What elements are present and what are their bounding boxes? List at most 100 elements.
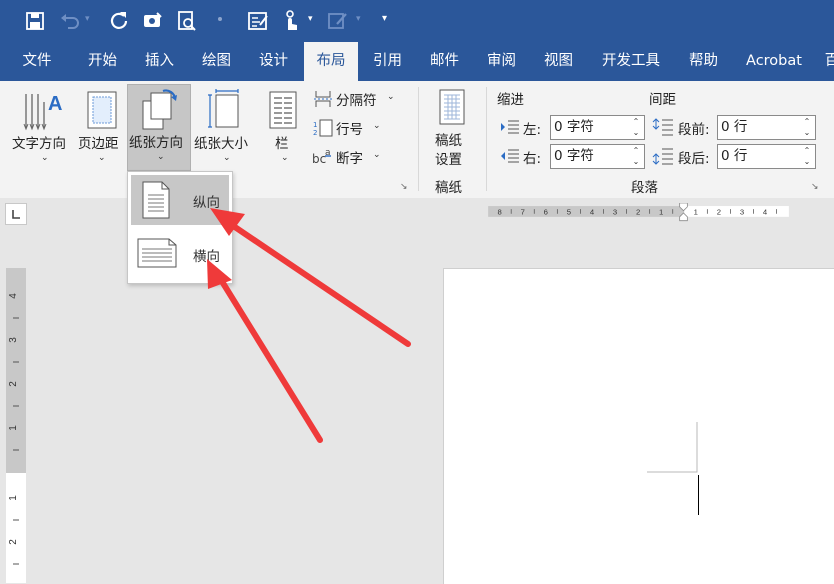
pen-dropdown-icon[interactable]: ▾ (356, 14, 361, 24)
ruler-tick-label: 1 (659, 208, 663, 217)
tab-help[interactable]: 帮助 (681, 42, 726, 81)
manuscript-label-2: 设置 (435, 152, 462, 168)
chevron-down-icon: ⌄ (223, 153, 231, 163)
indent-left-value: 0 字符 (554, 119, 594, 135)
ruler-tick-label: 3 (8, 337, 19, 343)
tab-draw[interactable]: 绘图 (194, 42, 239, 81)
svg-text:2: 2 (313, 129, 317, 137)
space-before-icon (652, 118, 673, 136)
indent-left-icon (501, 120, 519, 134)
save-icon[interactable] (23, 9, 47, 33)
undo-icon[interactable] (58, 9, 82, 33)
columns-label: 栏 (275, 136, 289, 152)
group-separator (418, 87, 419, 191)
tab-design[interactable]: 设计 (251, 42, 296, 81)
space-after-input[interactable]: 0 行 ⌃ ⌄ (717, 144, 816, 169)
hyphenation-icon: bca (312, 148, 331, 166)
ruler-tick-label: 3 (613, 208, 617, 217)
orientation-icon (142, 89, 177, 130)
indent-title: 缩进 (497, 92, 524, 108)
ruler-tick-label: 6 (544, 208, 548, 217)
line-numbers-icon: 12 (313, 119, 333, 137)
landscape-option[interactable]: 横向 (131, 229, 229, 279)
touch-draw-icon[interactable] (279, 9, 303, 33)
breaks-button[interactable]: 分隔符 ⌄ (311, 88, 401, 110)
touch-dropdown-icon[interactable]: ▾ (308, 14, 313, 24)
orientation-menu: 纵向 横向 (127, 171, 233, 284)
spinner-icon[interactable]: ⌃ ⌄ (802, 145, 812, 167)
orientation-button[interactable]: 纸张方向 ⌄ (127, 84, 191, 171)
redo-icon[interactable] (107, 9, 131, 33)
text-direction-label: 文字方向 (12, 136, 66, 152)
pen-icon[interactable] (326, 9, 350, 33)
quick-access-toolbar: ▾ ▾ ▾ ▾ (0, 0, 834, 42)
chevron-down-icon: ⌄ (98, 153, 106, 163)
chevron-down-icon: ⌄ (373, 121, 381, 131)
text-cursor (698, 475, 699, 515)
tab-file[interactable]: 文件 (12, 42, 62, 81)
tab-developer[interactable]: 开发工具 (596, 42, 666, 81)
horizontal-ruler[interactable]: 8 7 6 5 4 3 2 1 1 2 3 4 (443, 203, 834, 223)
ruler-tick-label: 2 (8, 381, 19, 387)
chevron-down-icon: ⌄ (387, 92, 395, 102)
ribbon-tabs: 文件 开始 插入 绘图 设计 布局 引用 邮件 审阅 视图 开发工具 帮助 Ac… (0, 42, 834, 81)
separator-dot-icon (218, 17, 222, 21)
vertical-ruler[interactable]: 4 3 2 1 1 2 (6, 268, 26, 583)
undo-dropdown-icon[interactable]: ▾ (85, 14, 90, 24)
line-numbers-button[interactable]: 12 行号 ⌄ (311, 117, 401, 139)
text-direction-icon: A (23, 93, 62, 131)
paragraph-dialog-launcher-icon[interactable]: ↘ (811, 182, 819, 192)
portrait-option[interactable]: 纵向 (131, 175, 229, 225)
margins-icon (87, 91, 117, 129)
customize-icon[interactable]: ▾ (382, 13, 387, 24)
page-setup-dialog-launcher-icon[interactable]: ↘ (400, 182, 408, 192)
space-before-input[interactable]: 0 行 ⌃ ⌄ (717, 115, 816, 140)
columns-icon (269, 91, 297, 129)
spinner-icon[interactable]: ⌃ ⌄ (631, 145, 641, 167)
space-before-label: 段前: (678, 122, 710, 138)
indent-right-input[interactable]: 0 字符 ⌃ ⌄ (550, 144, 645, 169)
manuscript-settings-button[interactable]: 稿纸 设置 (427, 87, 475, 173)
chevron-down-icon: ⌄ (373, 150, 381, 160)
manuscript-label-1: 稿纸 (435, 133, 462, 149)
document-page[interactable] (443, 268, 834, 584)
svg-text:1: 1 (313, 121, 317, 129)
ribbon-layout: A 文字方向 ⌄ 页边距 ⌄ 纸张方向 ⌄ 纸张大小 ⌄ 栏 ⌄ 分隔符 ⌄ 1… (0, 81, 834, 199)
tab-acrobat[interactable]: Acrobat (740, 42, 808, 81)
ruler-tick-label: 3 (740, 208, 744, 217)
tab-review[interactable]: 审阅 (479, 42, 524, 81)
text-direction-button[interactable]: A 文字方向 ⌄ (8, 83, 76, 173)
ruler-tick-label: 5 (567, 208, 571, 217)
touch-mode-icon[interactable] (141, 9, 165, 33)
manuscript-group-label: 稿纸 (435, 180, 462, 196)
svg-text:A: A (48, 93, 62, 115)
spinner-icon[interactable]: ⌃ ⌄ (802, 116, 812, 138)
spinner-icon[interactable]: ⌃ ⌄ (631, 116, 641, 138)
ruler-tick-label: 2 (636, 208, 640, 217)
ruler-tick-label: 2 (8, 539, 19, 545)
space-after-label: 段后: (678, 151, 710, 167)
tab-insert[interactable]: 插入 (137, 42, 182, 81)
portrait-page-icon (142, 181, 170, 219)
hyphenation-button[interactable]: bc a 断字 ⌄ (311, 146, 401, 168)
margins-button[interactable]: 页边距 ⌄ (77, 83, 127, 173)
indent-left-input[interactable]: 0 字符 ⌃ ⌄ (550, 115, 645, 140)
tab-layout[interactable]: 布局 (304, 42, 358, 81)
indent-right-value: 0 字符 (554, 148, 594, 164)
chevron-down-icon: ⌄ (281, 153, 289, 163)
tab-references[interactable]: 引用 (365, 42, 410, 81)
columns-button[interactable]: 栏 ⌄ (264, 83, 302, 173)
tab-mailings[interactable]: 邮件 (422, 42, 467, 81)
space-after-icon (652, 148, 673, 165)
tab-selector-button[interactable] (5, 203, 27, 225)
tab-partial[interactable]: 百 (822, 42, 834, 81)
size-button[interactable]: 纸张大小 ⌄ (192, 83, 258, 173)
form-icon[interactable] (246, 9, 270, 33)
tab-home[interactable]: 开始 (80, 42, 125, 81)
ruler-tick-label: 4 (8, 293, 19, 299)
breaks-label: 分隔符 (336, 93, 377, 109)
chevron-down-icon: ⌄ (157, 152, 165, 162)
spacing-title: 间距 (649, 92, 676, 108)
print-preview-icon[interactable] (175, 9, 199, 33)
tab-view[interactable]: 视图 (536, 42, 581, 81)
